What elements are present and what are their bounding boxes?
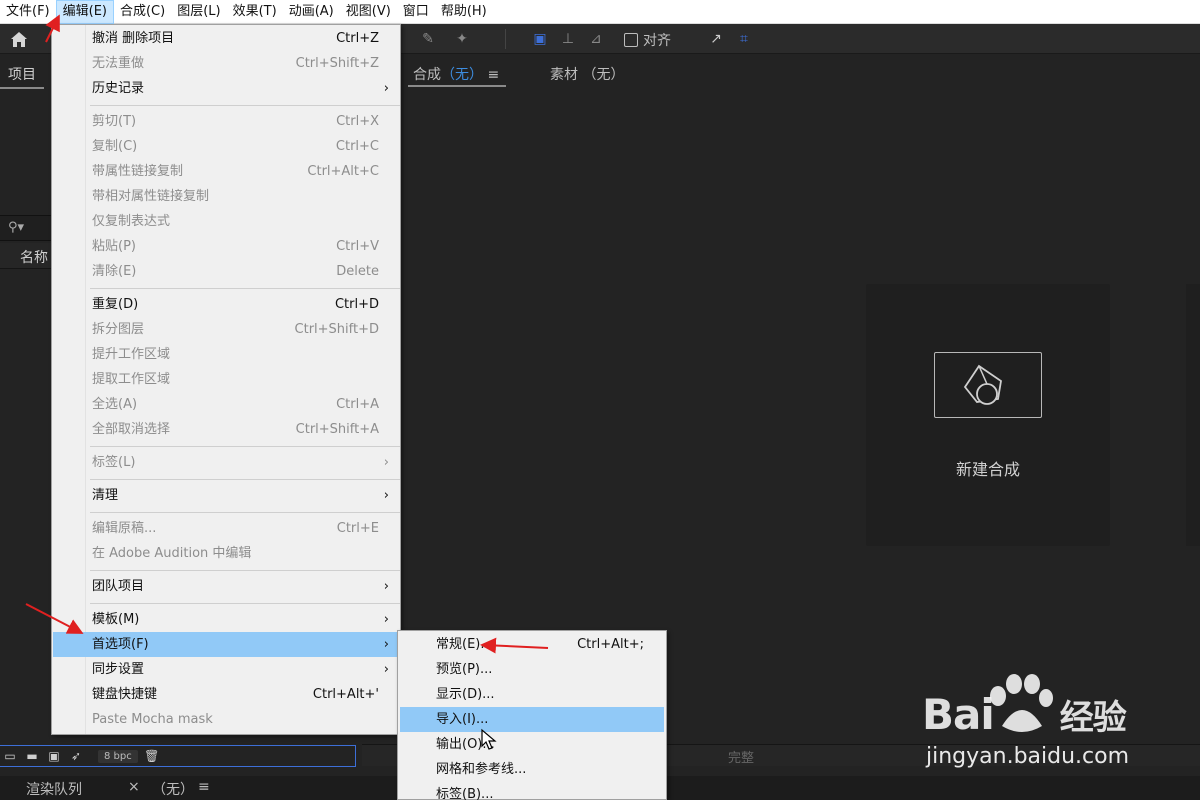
baidu-watermark: Bai 经验 jingyan.baidu.com [918, 668, 1158, 778]
watermark-brand: Bai 经验 [922, 690, 1127, 739]
watermark-url: jingyan.baidu.com [926, 744, 1130, 769]
arrow-to-general [480, 637, 549, 654]
arrow-to-preferences [25, 603, 84, 634]
arrow-to-edit-menu [45, 14, 60, 43]
